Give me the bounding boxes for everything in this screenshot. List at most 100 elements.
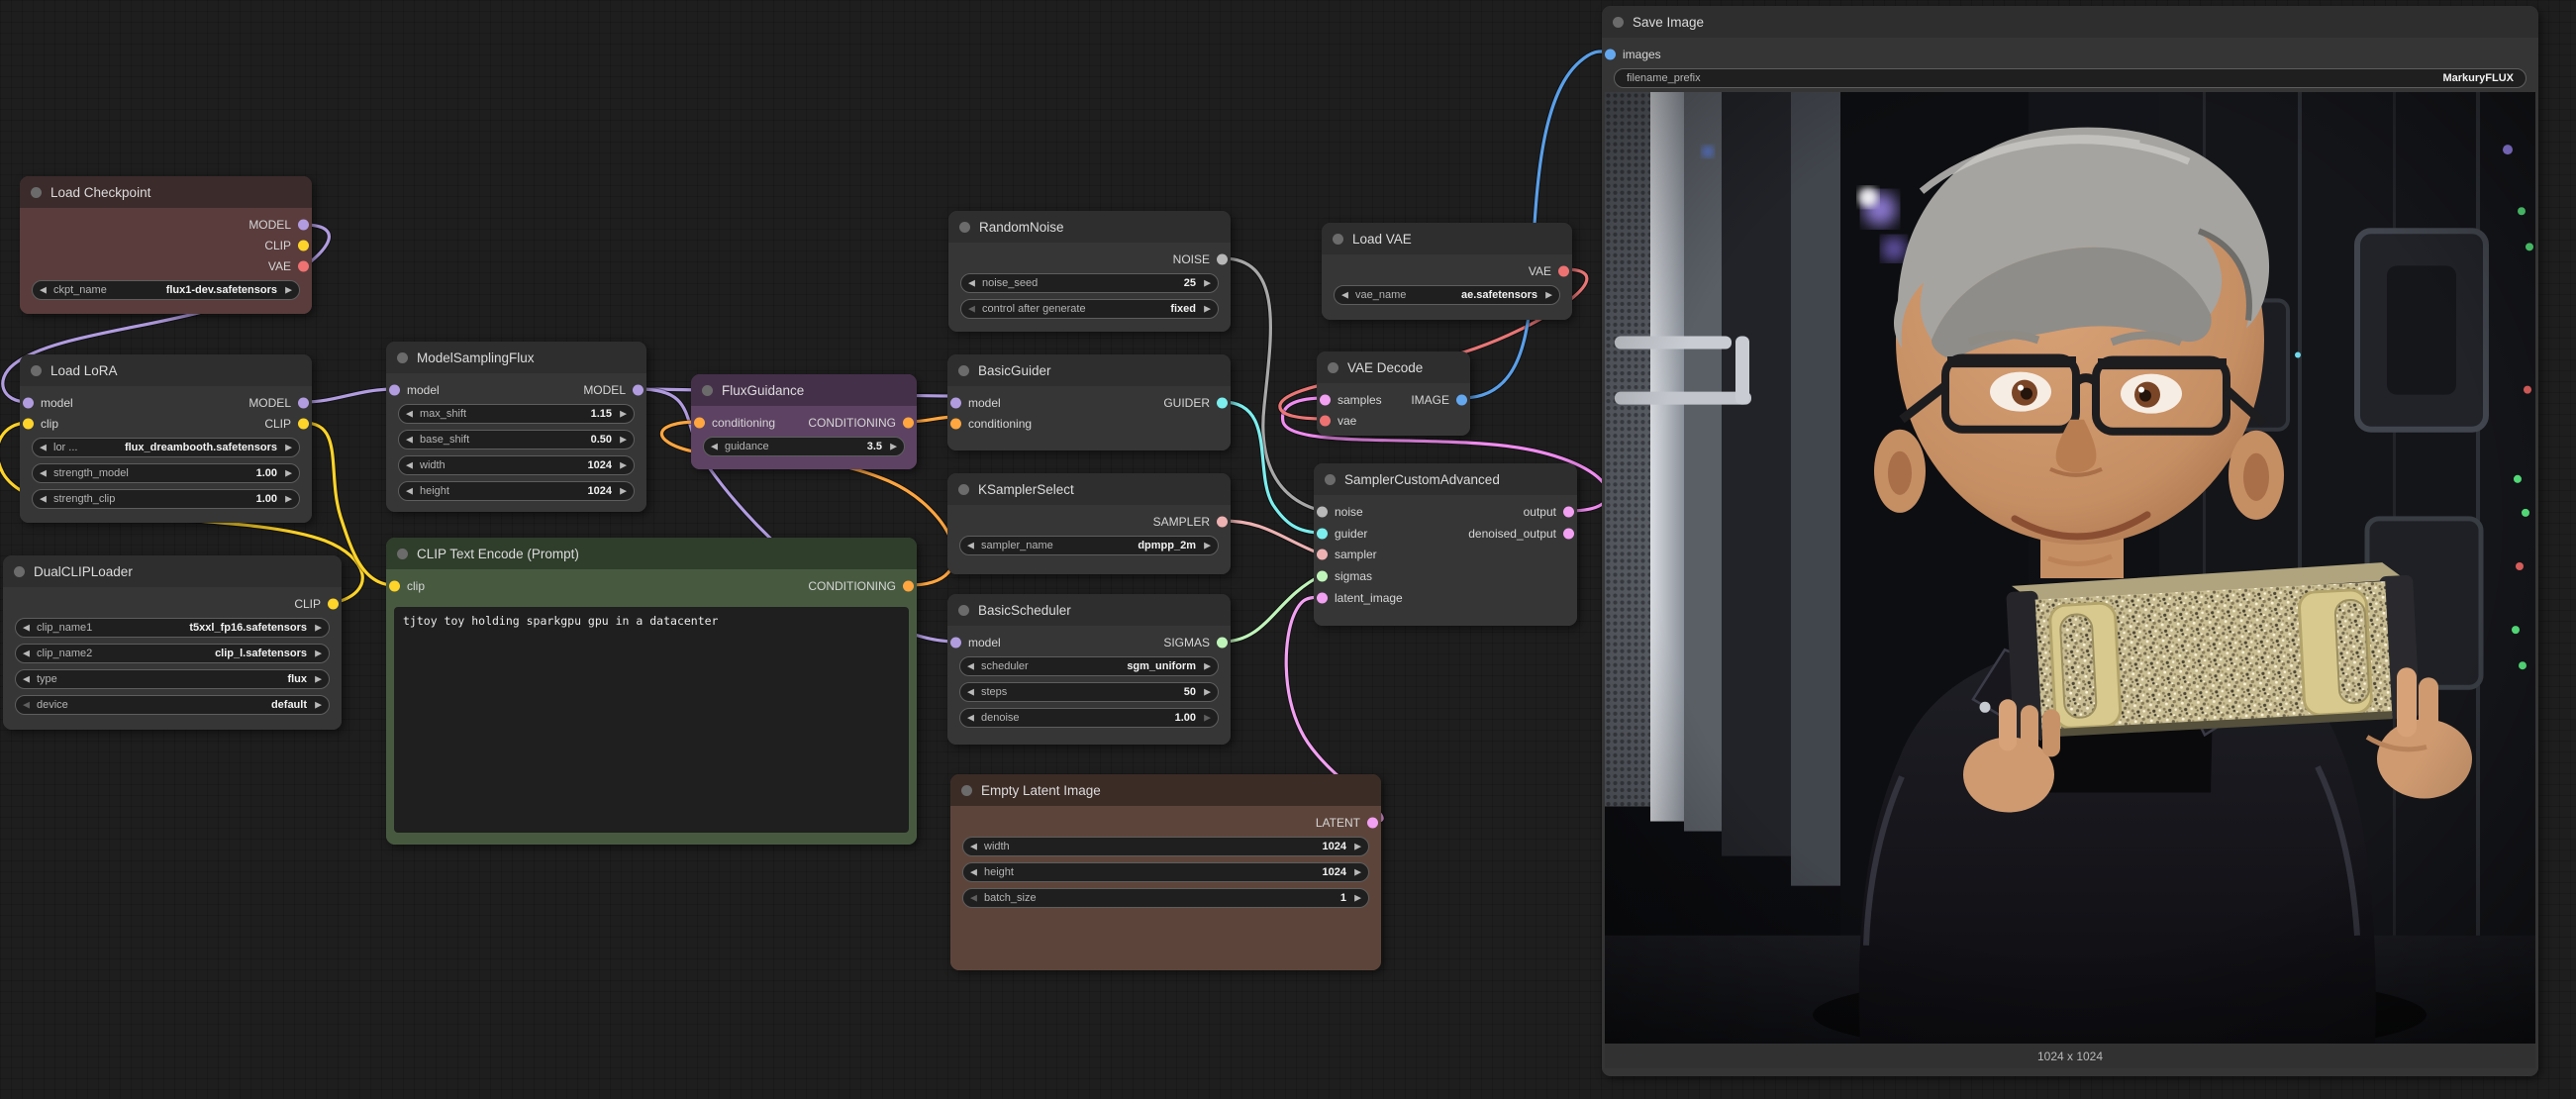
node-title-bar[interactable]: Load VAE xyxy=(1322,223,1572,254)
node-title-bar[interactable]: VAE Decode xyxy=(1317,351,1470,383)
node-title-bar[interactable]: CLIP Text Encode (Prompt) xyxy=(386,538,917,569)
widget-vae-name[interactable]: ◀▶vae_nameae.safetensors xyxy=(1334,285,1560,305)
widget-value[interactable]: 1.00 xyxy=(1175,712,1196,724)
output-slot-IMAGE[interactable] xyxy=(1456,394,1467,405)
output-slot-VAE[interactable] xyxy=(1558,265,1569,276)
widget-value[interactable]: 25 xyxy=(1184,277,1196,289)
output-slot-CONDITIONING[interactable] xyxy=(903,580,914,591)
input-slot-sampler[interactable] xyxy=(1317,550,1328,560)
node-load-checkpoint[interactable]: Load CheckpointMODELCLIPVAE◀▶ckpt_namefl… xyxy=(20,176,312,314)
decrement-arrow-icon[interactable]: ◀ xyxy=(406,410,413,419)
node-title-bar[interactable]: RandomNoise xyxy=(948,211,1231,243)
widget-value[interactable]: 1024 xyxy=(1323,841,1346,852)
input-slot-model[interactable] xyxy=(389,384,400,395)
output-slot-CLIP[interactable] xyxy=(298,418,309,429)
widget-value[interactable]: MarkuryFLUX xyxy=(2442,72,2514,84)
increment-arrow-icon[interactable]: ▶ xyxy=(285,495,292,504)
collapse-dot-icon[interactable] xyxy=(1328,362,1338,373)
widget-value[interactable]: flux1-dev.safetensors xyxy=(166,284,277,296)
node-title-bar[interactable]: ModelSamplingFlux xyxy=(386,342,646,373)
increment-arrow-icon[interactable]: ▶ xyxy=(315,624,322,633)
node-load-vae[interactable]: Load VAEVAE◀▶vae_nameae.safetensors xyxy=(1322,223,1572,320)
widget-width[interactable]: ◀▶width1024 xyxy=(962,837,1369,856)
decrement-arrow-icon[interactable]: ◀ xyxy=(967,714,974,723)
input-slot-images[interactable] xyxy=(1605,49,1616,59)
node-basic-guider[interactable]: BasicGuidermodelGUIDERconditioning xyxy=(947,354,1231,450)
output-slot-NOISE[interactable] xyxy=(1217,253,1228,264)
widget-clip-name2[interactable]: ◀▶clip_name2clip_l.safetensors xyxy=(15,644,330,663)
node-title-bar[interactable]: Empty Latent Image xyxy=(950,774,1381,806)
widget-value[interactable]: fixed xyxy=(1170,303,1196,315)
node-ksampler-select[interactable]: KSamplerSelectSAMPLER◀▶sampler_namedpmpp… xyxy=(947,473,1231,574)
decrement-arrow-icon[interactable]: ◀ xyxy=(23,624,30,633)
widget-value[interactable]: 3.5 xyxy=(867,441,882,452)
widget-value[interactable]: 1.00 xyxy=(256,467,277,479)
decrement-arrow-icon[interactable]: ◀ xyxy=(967,662,974,671)
node-random-noise[interactable]: RandomNoiseNOISE◀▶noise_seed25◀▶control … xyxy=(948,211,1231,332)
widget-strength-model[interactable]: ◀▶strength_model1.00 xyxy=(32,463,300,483)
node-model-sampling-flux[interactable]: ModelSamplingFluxmodelMODEL◀▶max_shift1.… xyxy=(386,342,646,512)
node-title-bar[interactable]: SamplerCustomAdvanced xyxy=(1314,463,1577,495)
widget-height[interactable]: ◀▶height1024 xyxy=(962,862,1369,882)
decrement-arrow-icon[interactable]: ◀ xyxy=(711,443,718,451)
increment-arrow-icon[interactable]: ▶ xyxy=(1354,843,1361,851)
widget-strength-clip[interactable]: ◀▶strength_clip1.00 xyxy=(32,489,300,509)
node-title-bar[interactable]: BasicGuider xyxy=(947,354,1231,386)
output-slot-LATENT[interactable] xyxy=(1367,817,1378,828)
widget-value[interactable]: 50 xyxy=(1184,686,1196,698)
input-slot-model[interactable] xyxy=(23,397,34,408)
increment-arrow-icon[interactable]: ▶ xyxy=(620,410,627,419)
input-slot-guider[interactable] xyxy=(1317,528,1328,539)
widget-width[interactable]: ◀▶width1024 xyxy=(398,455,635,475)
output-slot-MODEL[interactable] xyxy=(633,384,644,395)
widget-value[interactable]: 1 xyxy=(1340,892,1346,904)
increment-arrow-icon[interactable]: ▶ xyxy=(315,675,322,684)
node-title-bar[interactable]: Load LoRA xyxy=(20,354,312,386)
wire-sampler-to-sca[interactable] xyxy=(1223,521,1322,554)
widget-device[interactable]: ◀▶devicedefault xyxy=(15,695,330,715)
node-flux-guidance[interactable]: FluxGuidanceconditioningCONDITIONING◀▶gu… xyxy=(691,374,917,469)
decrement-arrow-icon[interactable]: ◀ xyxy=(1341,291,1348,300)
wire-sigmas-to-sca[interactable] xyxy=(1223,575,1322,642)
widget-max-shift[interactable]: ◀▶max_shift1.15 xyxy=(398,404,635,424)
increment-arrow-icon[interactable]: ▶ xyxy=(1204,279,1211,288)
widget-value[interactable]: 1024 xyxy=(588,485,612,497)
widget-scheduler[interactable]: ◀▶schedulersgm_uniform xyxy=(959,656,1219,676)
node-vae-decode[interactable]: VAE DecodesamplesIMAGEvae xyxy=(1317,351,1470,436)
increment-arrow-icon[interactable]: ▶ xyxy=(1545,291,1552,300)
output-slot-SIGMAS[interactable] xyxy=(1217,637,1228,648)
output-slot-GUIDER[interactable] xyxy=(1217,397,1228,408)
node-graph-canvas[interactable]: Load CheckpointMODELCLIPVAE◀▶ckpt_namefl… xyxy=(0,0,2576,1099)
node-dual-clip-loader[interactable]: DualCLIPLoaderCLIP◀▶clip_name1t5xxl_fp16… xyxy=(3,555,342,730)
widget-height[interactable]: ◀▶height1024 xyxy=(398,481,635,501)
input-slot-clip[interactable] xyxy=(389,580,400,591)
increment-arrow-icon[interactable]: ▶ xyxy=(285,444,292,452)
widget-lor-[interactable]: ◀▶lor ...flux_dreambooth.safetensors xyxy=(32,438,300,457)
increment-arrow-icon[interactable]: ▶ xyxy=(1204,688,1211,697)
collapse-dot-icon[interactable] xyxy=(14,566,25,577)
collapse-dot-icon[interactable] xyxy=(397,549,408,559)
decrement-arrow-icon[interactable]: ◀ xyxy=(23,675,30,684)
decrement-arrow-icon[interactable]: ◀ xyxy=(968,305,975,314)
node-load-lora[interactable]: Load LoRAmodelMODELclipCLIP◀▶lor ...flux… xyxy=(20,354,312,523)
collapse-dot-icon[interactable] xyxy=(1333,234,1343,245)
increment-arrow-icon[interactable]: ▶ xyxy=(315,701,322,710)
decrement-arrow-icon[interactable]: ◀ xyxy=(970,894,977,903)
prompt-textarea[interactable]: tjtoy toy holding sparkgpu gpu in a data… xyxy=(394,607,909,833)
widget-base-shift[interactable]: ◀▶base_shift0.50 xyxy=(398,430,635,450)
collapse-dot-icon[interactable] xyxy=(958,484,969,495)
output-slot-CONDITIONING[interactable] xyxy=(903,417,914,428)
node-title-bar[interactable]: BasicScheduler xyxy=(947,594,1231,626)
decrement-arrow-icon[interactable]: ◀ xyxy=(967,542,974,550)
decrement-arrow-icon[interactable]: ◀ xyxy=(40,444,47,452)
output-slot-denoised_output[interactable] xyxy=(1563,528,1574,539)
node-title-bar[interactable]: FluxGuidance xyxy=(691,374,917,406)
widget-value[interactable]: dpmpp_2m xyxy=(1138,540,1196,551)
collapse-dot-icon[interactable] xyxy=(959,222,970,233)
collapse-dot-icon[interactable] xyxy=(1325,474,1336,485)
widget-control-after-generate[interactable]: ◀▶control after generatefixed xyxy=(960,299,1219,319)
decrement-arrow-icon[interactable]: ◀ xyxy=(40,286,47,295)
output-slot-MODEL[interactable] xyxy=(298,219,309,230)
decrement-arrow-icon[interactable]: ◀ xyxy=(406,436,413,445)
node-title-bar[interactable]: Load Checkpoint xyxy=(20,176,312,208)
